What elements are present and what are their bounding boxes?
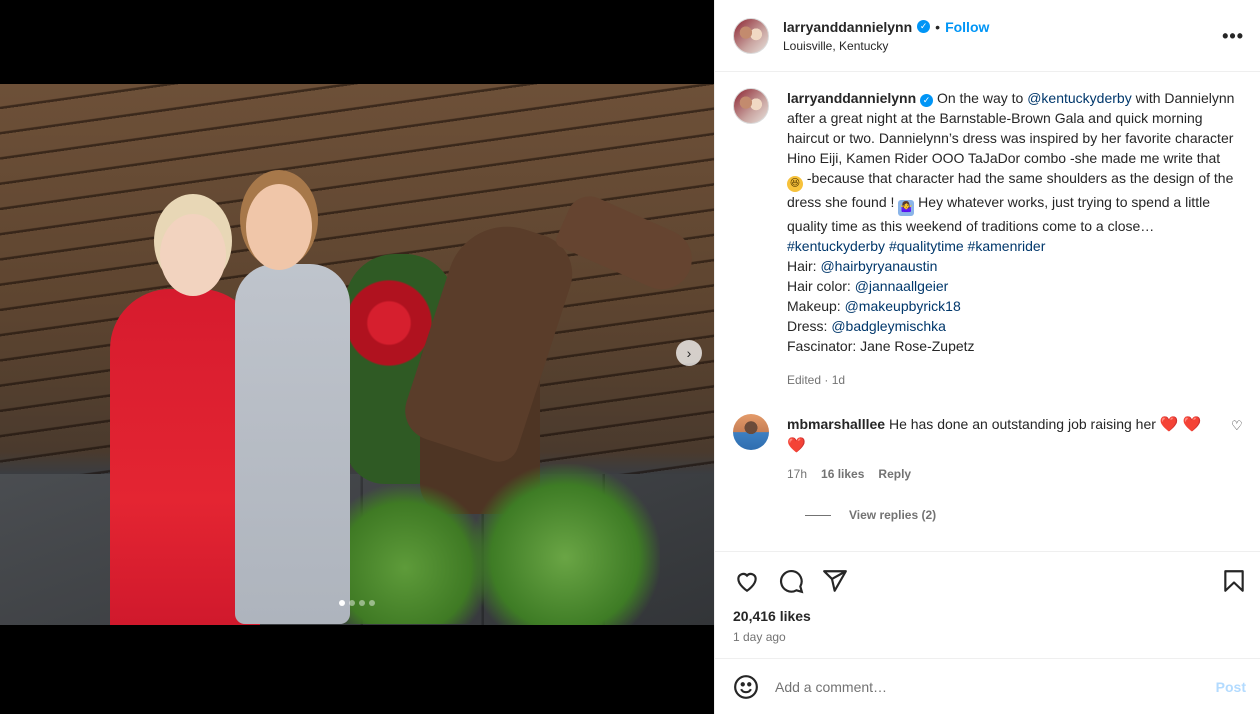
man-head [246, 184, 312, 270]
comment-time[interactable]: 17h [787, 464, 807, 484]
likes-count[interactable]: 20,416 likes [733, 608, 1248, 624]
comment: mbmarshalllee He has done an outstanding… [733, 414, 1244, 484]
reply-button[interactable]: Reply [878, 464, 911, 484]
heart-icon[interactable] [733, 567, 761, 595]
view-replies-button[interactable]: View replies (2) [805, 508, 1244, 522]
location-link[interactable]: Louisville, Kentucky [783, 39, 1222, 53]
carousel-dot [369, 600, 375, 606]
credit-label: Hair: [787, 258, 821, 274]
follow-button[interactable]: Follow [945, 19, 989, 35]
caption-part: On the way to [936, 90, 1028, 106]
edited-timestamp: Edited · 1d [787, 373, 846, 387]
post-date[interactable]: 1 day ago [733, 630, 1248, 644]
hashtag-link[interactable]: #kamenrider [968, 238, 1046, 254]
credit-label: Makeup: [787, 298, 845, 314]
comments-scroll[interactable]: larryanddannielynn ✓ On the way to @kent… [715, 72, 1260, 551]
comment-composer: Post [715, 658, 1260, 714]
emoji-smile-icon[interactable] [733, 674, 759, 700]
carousel-dot [359, 600, 365, 606]
hashtag-link[interactable]: #kentuckyderby [787, 238, 885, 254]
credit-label: Dress: [787, 318, 832, 334]
bookmark-icon[interactable] [1220, 567, 1248, 595]
comment-body: mbmarshalllee He has done an outstanding… [787, 414, 1217, 484]
post-details: larryanddannielynn ✓ • Follow Louisville… [714, 0, 1260, 714]
laughing-emoji-icon: 😆 [787, 176, 803, 192]
separator: • [935, 18, 941, 35]
media-pane: › [0, 0, 714, 714]
credit-label: Hair color: [787, 278, 855, 294]
divider [805, 514, 831, 516]
heart-outline-icon[interactable]: ♡ [1231, 418, 1243, 484]
verified-badge-icon: ✓ [920, 94, 934, 107]
chevron-right-icon[interactable]: › [676, 340, 702, 366]
caption-username[interactable]: larryanddannielynn [787, 90, 916, 106]
credit-handle[interactable]: @makeupbyrick18 [845, 298, 961, 314]
post-dialog: › larryanddannielynn ✓ • Follow Louisvil… [0, 0, 1260, 714]
credit-label: Fascinator: Jane Rose-Zupetz [787, 338, 975, 354]
actions-bar: 20,416 likes 1 day ago [715, 551, 1260, 644]
mention-link[interactable]: @kentuckyderby [1027, 90, 1131, 106]
carousel-dot [339, 600, 345, 606]
verified-badge-icon: ✓ [917, 20, 931, 33]
author-username[interactable]: larryanddannielynn [783, 19, 912, 35]
post-comment-button[interactable]: Post [1216, 679, 1246, 695]
carousel-dot [349, 600, 355, 606]
comment-text: He has done an outstanding job raising h… [888, 416, 1156, 432]
caption: larryanddannielynn ✓ On the way to @kent… [733, 88, 1244, 390]
author-info: larryanddannielynn ✓ • Follow Louisville… [783, 19, 1222, 53]
woman-head [160, 214, 226, 296]
action-icons [733, 558, 1248, 604]
man-grey-suit [235, 264, 350, 624]
post-header: larryanddannielynn ✓ • Follow Louisville… [715, 0, 1260, 72]
view-replies-label: View replies (2) [849, 508, 937, 522]
credit-handle[interactable]: @jannaallgeier [855, 278, 949, 294]
caption-avatar[interactable] [733, 88, 769, 124]
comment-input[interactable] [775, 678, 1216, 695]
shrug-emoji-icon: 🤷‍♀️ [898, 200, 915, 216]
caption-text: larryanddannielynn ✓ On the way to @kent… [787, 88, 1239, 390]
commenter-username[interactable]: mbmarshalllee [787, 416, 885, 432]
comment-icon[interactable] [777, 567, 805, 595]
credit-handle[interactable]: @badgleymischka [831, 318, 946, 334]
author-avatar[interactable] [733, 17, 769, 54]
credit-handle[interactable]: @hairbyryanaustin [820, 258, 937, 274]
carousel-indicator [0, 600, 714, 606]
hashtag-link[interactable]: #qualitytime [889, 238, 964, 254]
more-options-icon[interactable]: ••• [1222, 27, 1244, 45]
comment-likes[interactable]: 16 likes [821, 464, 864, 484]
commenter-avatar[interactable] [733, 414, 769, 450]
post-photo[interactable] [0, 84, 714, 625]
share-icon[interactable] [821, 567, 849, 595]
comment-meta: 17h 16 likes Reply [787, 464, 1217, 484]
